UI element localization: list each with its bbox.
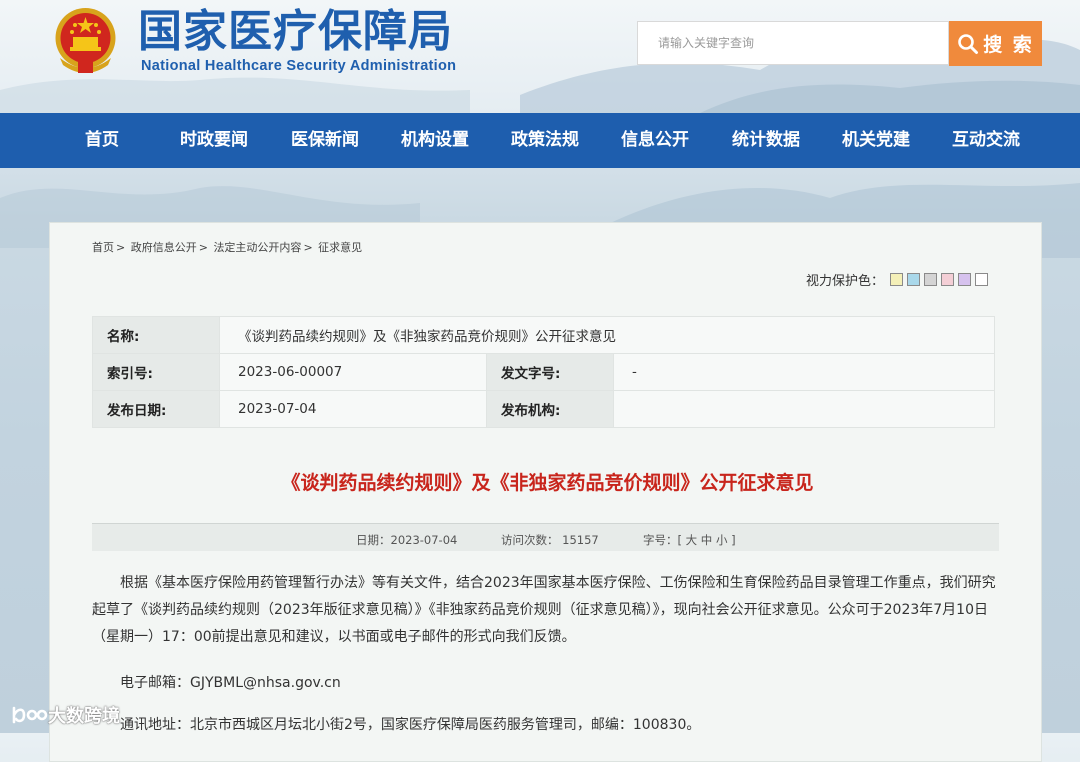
- meta-doc-no-label: 发文字号:: [486, 353, 614, 391]
- watermark-text: 大数跨境: [48, 706, 120, 727]
- site-subtitle: National Healthcare Security Administrat…: [141, 58, 457, 74]
- breadcrumb: 首页 > 政府信息公开 > 法定主动公开内容 > 征求意见: [92, 241, 363, 254]
- nav-item-statistics[interactable]: 统计数据: [732, 113, 800, 168]
- breadcrumb-statutory[interactable]: 法定主动公开内容: [213, 241, 301, 254]
- document-meta-table: 名称: 《谈判药品续约规则》及《非独家药品竞价规则》公开征求意见 索引号: 20…: [92, 316, 995, 428]
- swatch-yellow[interactable]: [890, 273, 904, 286]
- article-body: 根据《基本医疗保险用药管理暂行办法》等有关文件，结合2023年国家基本医疗保险、…: [92, 570, 999, 651]
- swatch-purple[interactable]: [958, 273, 972, 286]
- search-button-label: 搜 索: [983, 34, 1034, 56]
- site-header: 国家医疗保障局 National Healthcare Security Adm…: [0, 0, 1080, 113]
- swatch-gray[interactable]: [924, 273, 938, 286]
- watermark: 大数跨境: [10, 702, 120, 728]
- breadcrumb-home[interactable]: 首页: [92, 241, 114, 254]
- article-info-bar: 日期：2023-07-04 访问次数： 15157 字号：[ 大 中 小 ]: [92, 523, 999, 551]
- meta-date-label: 发布日期:: [92, 390, 220, 428]
- meta-name-label: 名称:: [92, 316, 220, 354]
- meta-org-label: 发布机构:: [486, 390, 614, 428]
- main-nav: 首页 时政要闻 医保新闻 机构设置 政策法规 信息公开 统计数据 机关党建 互动…: [0, 113, 1080, 168]
- article-date: 日期：2023-07-04: [356, 533, 458, 547]
- nav-item-organization[interactable]: 机构设置: [401, 113, 469, 168]
- nav-item-news-politics[interactable]: 时政要闻: [180, 113, 248, 168]
- swatch-white[interactable]: [975, 273, 989, 286]
- nav-item-insurance-news[interactable]: 医保新闻: [291, 113, 359, 168]
- font-size-switcher[interactable]: 字号：[ 大 中 小 ]: [643, 532, 736, 548]
- breadcrumb-consultation[interactable]: 征求意见: [318, 241, 362, 254]
- swatch-blue[interactable]: [907, 273, 921, 286]
- search-input[interactable]: [656, 22, 940, 64]
- meta-index-value: 2023-06-00007: [219, 353, 487, 391]
- search-button[interactable]: 搜 索: [949, 21, 1042, 66]
- article-paragraph: 根据《基本医疗保险用药管理暂行办法》等有关文件，结合2023年国家基本医疗保险、…: [92, 575, 996, 645]
- article-visits: 访问次数： 15157: [501, 533, 599, 547]
- meta-date-value: 2023-07-04: [219, 390, 487, 428]
- meta-org-value: [613, 390, 995, 428]
- nav-item-home[interactable]: 首页: [85, 113, 119, 168]
- eye-protection-colors: 视力保护色：: [806, 270, 989, 289]
- watermark-logo-icon: [12, 706, 48, 724]
- search-box: [637, 21, 949, 65]
- article-title: 《谈判药品续约规则》及《非独家药品竞价规则》公开征求意见: [281, 472, 814, 494]
- national-emblem-icon: [55, 8, 116, 73]
- site-title: 国家医疗保障局: [138, 6, 453, 57]
- search-icon: [958, 33, 979, 54]
- nav-item-interaction[interactable]: 互动交流: [952, 113, 1020, 168]
- nav-item-policies[interactable]: 政策法规: [511, 113, 579, 168]
- swatch-pink[interactable]: [941, 273, 955, 286]
- meta-name-value: 《谈判药品续约规则》及《非独家药品竞价规则》公开征求意见: [219, 316, 995, 354]
- nav-item-information-disclosure[interactable]: 信息公开: [621, 113, 689, 168]
- contact-email: 电子邮箱：GJYBML@nhsa.gov.cn: [120, 675, 341, 691]
- meta-index-label: 索引号:: [92, 353, 220, 391]
- contact-address: 通讯地址：北京市西城区月坛北小街2号，国家医疗保障局医药服务管理司，邮编：100…: [120, 717, 701, 733]
- eye-protection-label: 视力保护色：: [806, 274, 885, 289]
- breadcrumb-gov-info[interactable]: 政府信息公开: [131, 241, 197, 254]
- nav-item-party-building[interactable]: 机关党建: [842, 113, 910, 168]
- meta-doc-no-value: -: [613, 353, 995, 391]
